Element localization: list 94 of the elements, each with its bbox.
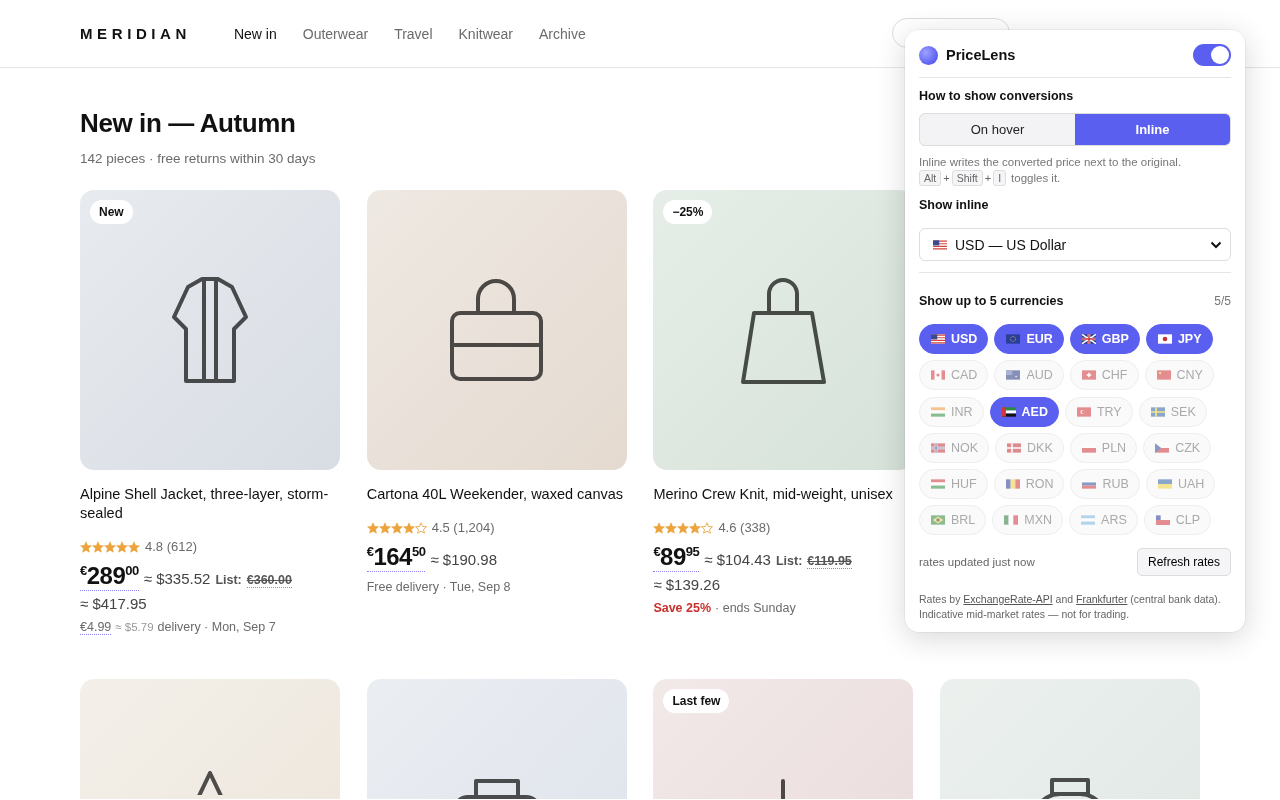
nav-link[interactable]: Archive xyxy=(539,25,586,42)
delivery-price: €4.99 xyxy=(80,620,112,635)
price: $^{€}$289$^{00}$ xyxy=(80,562,139,591)
converted-list-price: ≈ $139.26 xyxy=(653,576,721,593)
product-name[interactable]: Cartona 40L Weekender, waxed canvas xyxy=(366,485,627,504)
tent-icon xyxy=(197,771,223,795)
flag-icon xyxy=(1007,442,1022,453)
badge: Last few xyxy=(663,689,730,713)
converted-delivery-price: ≈ $5.79 xyxy=(115,621,154,633)
note-text: · ends Sunday xyxy=(715,601,796,615)
flag-icon xyxy=(1157,334,1172,344)
help-text: Inline writes the converted price next to the original. xyxy=(919,155,1183,170)
badge: −25% xyxy=(663,200,713,224)
badge: New xyxy=(90,200,133,224)
price: $^{€}$89$^{95}$ xyxy=(653,543,700,572)
flag-icon xyxy=(1157,479,1172,489)
flag-icon xyxy=(931,406,945,417)
status-text: rates updated just now xyxy=(919,556,1035,568)
select-value: USD — US Dollar xyxy=(955,236,1068,253)
flag-icon xyxy=(931,370,945,381)
currency-select[interactable]: USD — US Dollar xyxy=(919,228,1231,261)
section-label: Show inline xyxy=(919,198,990,212)
nav-link[interactable]: Travel xyxy=(394,25,433,42)
sale-label: Save 25% xyxy=(653,601,712,615)
currency-chip[interactable]: USD xyxy=(919,324,989,354)
converted-price: ≈ $335.52 xyxy=(143,570,211,587)
flag-icon xyxy=(1001,406,1016,417)
currency-chip[interactable]: JPY xyxy=(1145,324,1213,354)
product-image[interactable] xyxy=(366,190,627,470)
list-price: €360.00 xyxy=(246,573,292,588)
selection-count: 5/5 xyxy=(1214,294,1231,308)
extension-name: PriceLens xyxy=(946,47,1017,63)
page-title: New in — Autumn xyxy=(80,108,296,139)
link[interactable]: ExchangeRate-API xyxy=(963,593,1053,605)
note-text: Free delivery · Tue, Sep 8 xyxy=(366,580,511,594)
key-cap: Alt xyxy=(919,170,942,186)
help-text: toggles it. xyxy=(1011,170,1061,186)
list-label: List: xyxy=(775,554,803,568)
handbag-icon xyxy=(450,279,544,381)
refresh-button[interactable]: Refresh rates xyxy=(1136,548,1231,576)
toggle-switch[interactable] xyxy=(1193,44,1231,66)
product-image[interactable]: Last few xyxy=(653,679,914,799)
currency-chip[interactable]: AED xyxy=(989,396,1059,427)
flag-icon xyxy=(1081,515,1096,526)
converted-price: ≈ $104.43 xyxy=(704,551,771,568)
product-name[interactable]: Alpine Shell Jacket, three-layer, storm-sealed xyxy=(80,485,340,523)
currency-chip[interactable]: EUR xyxy=(994,324,1064,354)
list-label: List: xyxy=(215,573,242,587)
flag-icon xyxy=(1150,406,1165,417)
tote-bag-icon xyxy=(739,276,827,384)
flag-icon xyxy=(1081,334,1096,344)
section-label: Show up to 5 currencies xyxy=(919,294,1064,308)
note-text: delivery · Mon, Sep 7 xyxy=(157,620,276,634)
converted-price: ≈ $190.98 xyxy=(430,551,498,568)
logo[interactable]: MERIDIAN xyxy=(80,25,191,42)
product-image[interactable]: New xyxy=(80,190,340,470)
flag-icon xyxy=(1005,479,1020,489)
flag-icon xyxy=(931,442,945,453)
nav-link[interactable]: Knitwear xyxy=(458,25,513,42)
flag-icon xyxy=(931,334,945,344)
flag-icon xyxy=(933,239,947,250)
flag-icon xyxy=(1155,442,1170,453)
logo-icon xyxy=(919,45,938,65)
flag-icon xyxy=(1155,515,1170,526)
rating-text: 4.5 (1,204) xyxy=(431,520,495,535)
list-price: €119.95 xyxy=(807,554,852,569)
currency-chip[interactable]: GBP xyxy=(1069,324,1140,354)
flag-icon xyxy=(1076,406,1091,417)
nav-link[interactable]: Outerwear xyxy=(302,25,369,42)
flag-icon xyxy=(1006,334,1021,344)
converted-list-price: ≈ $417.95 xyxy=(80,595,148,612)
mode-option[interactable]: Inline xyxy=(1075,114,1230,145)
rating-text: 4.8 (612) xyxy=(145,539,198,554)
credits-text: Rates by ExchangeRate-API and Frankfurter (central bank data). Indicative mid-market rates — not for trading. xyxy=(919,592,1222,622)
section-label: How to show conversions xyxy=(919,89,1075,103)
nav-link[interactable]: New in xyxy=(233,25,277,42)
jacket-icon xyxy=(170,275,250,385)
rating-text: 4.6 (338) xyxy=(718,520,771,535)
flag-icon xyxy=(1006,370,1021,381)
price: $^{€}$164$^{50}$ xyxy=(366,543,426,572)
flag-icon xyxy=(1004,515,1019,526)
mode-option[interactable]: On hover xyxy=(920,114,1075,145)
plus-sign: + xyxy=(984,172,992,184)
flag-icon xyxy=(1156,370,1171,381)
chevron-down-icon xyxy=(1210,240,1222,249)
page-subtitle: 142 pieces · free returns within 30 days xyxy=(80,151,316,166)
flag-icon xyxy=(1082,479,1097,489)
key-cap: Shift xyxy=(951,170,983,186)
flag-icon xyxy=(931,515,945,526)
flag-icon xyxy=(1081,370,1096,381)
flag-icon xyxy=(931,479,945,489)
key-cap: I xyxy=(993,170,1007,186)
plus-sign: + xyxy=(943,172,950,184)
link[interactable]: Frankfurter xyxy=(1076,593,1128,605)
